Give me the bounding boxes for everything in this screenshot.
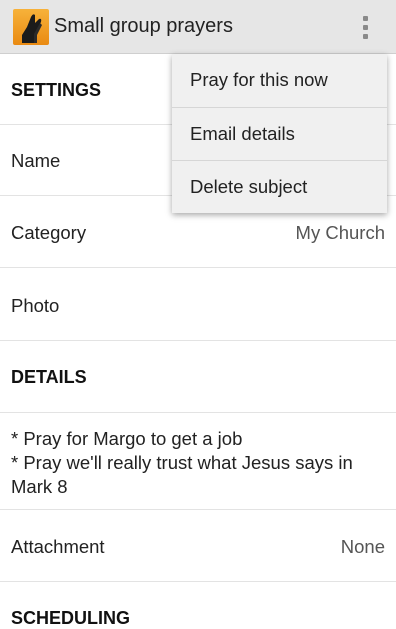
details-text-row[interactable]: * Pray for Margo to get a job * Pray we'… <box>0 413 396 510</box>
category-value: My Church <box>295 222 385 243</box>
menu-item-pray-now[interactable]: Pray for this now <box>172 54 387 107</box>
details-line-1: * Pray for Margo to get a job <box>11 428 243 449</box>
attachment-value: None <box>340 536 385 557</box>
section-header-details: DETAILS <box>11 367 87 387</box>
menu-item-label: Pray for this now <box>190 69 328 90</box>
name-label: Name <box>11 150 61 171</box>
details-line-2: * Pray we'll really trust what Jesus say… <box>11 452 353 497</box>
overflow-menu-icon[interactable] <box>352 11 380 43</box>
photo-row[interactable]: Photo <box>0 268 396 341</box>
attachment-row[interactable]: Attachment None <box>0 510 396 582</box>
section-header-scheduling: SCHEDULING <box>11 608 131 628</box>
app-bar: Small group prayers <box>0 0 396 54</box>
menu-item-label: Email details <box>190 123 295 144</box>
details-section-header-row: DETAILS <box>0 341 396 413</box>
attachment-label: Attachment <box>11 536 105 557</box>
details-text: * Pray for Margo to get a job * Pray we'… <box>11 427 391 499</box>
scheduling-section-header-row: SCHEDULING <box>0 582 396 628</box>
menu-item-delete-subject[interactable]: Delete subject <box>172 160 387 213</box>
app-title: Small group prayers <box>54 15 233 37</box>
category-label: Category <box>11 222 87 243</box>
praying-hands-icon[interactable] <box>13 9 49 45</box>
menu-item-label: Delete subject <box>190 176 308 197</box>
menu-item-email-details[interactable]: Email details <box>172 107 387 160</box>
photo-label: Photo <box>11 295 60 316</box>
section-header-settings: SETTINGS <box>11 80 102 100</box>
overflow-popup-menu: Pray for this now Email details Delete s… <box>172 54 387 213</box>
